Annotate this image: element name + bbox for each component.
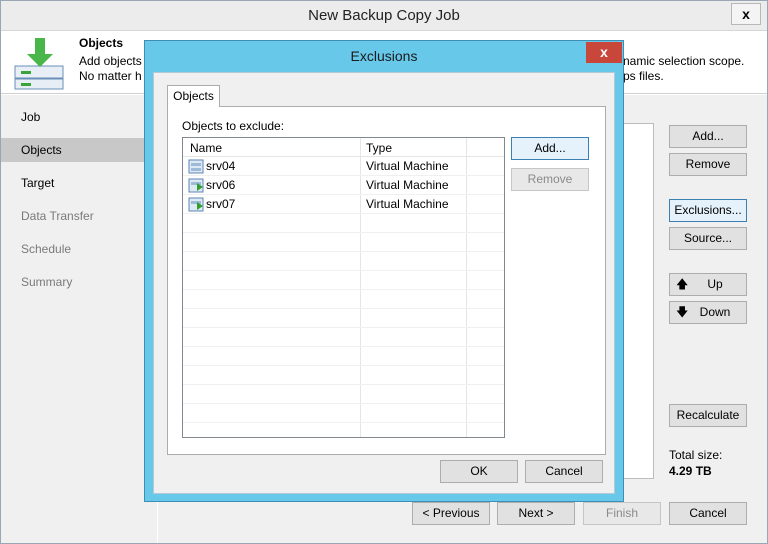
sidebar-item-schedule: Schedule: [21, 242, 72, 256]
row-type: Virtual Machine: [366, 197, 449, 211]
source-button[interactable]: Source...: [669, 227, 747, 250]
sidebar-item-data-transfer: Data Transfer: [21, 209, 94, 223]
empty-row: [183, 328, 504, 347]
next-button[interactable]: Next >: [497, 502, 575, 525]
vm-running-icon: [188, 178, 204, 193]
dialog-cancel-button[interactable]: Cancel: [525, 460, 603, 483]
sidebar-item-objects[interactable]: Objects: [1, 138, 157, 162]
objects-list-edge: [623, 123, 654, 479]
empty-row: [183, 404, 504, 423]
dialog-title: Exclusions: [350, 48, 418, 64]
previous-button[interactable]: < Previous: [412, 502, 490, 525]
objects-to-exclude-label: Objects to exclude:: [182, 119, 285, 133]
exclusions-grid[interactable]: Name Type srv04 Virtual Machine srv06 Vi…: [182, 137, 505, 438]
move-down-button[interactable]: 🡇 Down: [669, 301, 747, 324]
empty-row: [183, 366, 504, 385]
total-size-value: 4.29 TB: [669, 464, 712, 478]
wizard-steps-sidebar: Job Objects Target Data Transfer Schedul…: [1, 95, 157, 543]
table-row[interactable]: srv06 Virtual Machine: [183, 176, 504, 195]
arrow-up-icon: 🡅: [676, 277, 689, 291]
remove-object-button[interactable]: Remove: [669, 153, 747, 176]
row-type: Virtual Machine: [366, 178, 449, 192]
cancel-button[interactable]: Cancel: [669, 502, 747, 525]
header-description-line1: Add objects: [79, 54, 142, 68]
finish-button: Finish: [583, 502, 661, 525]
empty-row: [183, 252, 504, 271]
dialog-add-button[interactable]: Add...: [511, 137, 589, 160]
title-bar: New Backup Copy Job x: [1, 1, 767, 31]
dialog-remove-button: Remove: [511, 168, 589, 191]
move-down-label: Down: [699, 305, 731, 319]
ok-button[interactable]: OK: [440, 460, 518, 483]
header-description-line2: No matter h: [79, 69, 142, 83]
dialog-body: Objects Objects to exclude: Name Type sr…: [153, 72, 615, 494]
empty-row: [183, 309, 504, 328]
empty-row: [183, 233, 504, 252]
arrow-down-icon: 🡇: [676, 305, 689, 319]
header-description-right2: ps files.: [623, 69, 664, 83]
total-size-label: Total size:: [669, 448, 723, 462]
close-window-button[interactable]: x: [731, 3, 761, 25]
tab-objects[interactable]: Objects: [167, 85, 220, 107]
empty-row: [183, 290, 504, 309]
table-row[interactable]: srv07 Virtual Machine: [183, 195, 504, 214]
column-header-name[interactable]: Name: [190, 141, 222, 155]
recalculate-button[interactable]: Recalculate: [669, 404, 747, 427]
header-description-right1: namic selection scope.: [623, 54, 745, 68]
dialog-close-button[interactable]: x: [586, 42, 622, 63]
row-name: srv04: [206, 159, 236, 173]
grid-header: Name Type: [183, 138, 504, 157]
sidebar-item-target[interactable]: Target: [1, 171, 157, 195]
add-object-button[interactable]: Add...: [669, 125, 747, 148]
move-up-label: Up: [707, 277, 723, 291]
exclusions-dialog: Exclusions x Objects Objects to exclude:…: [144, 40, 624, 502]
sidebar-item-job[interactable]: Job: [1, 105, 157, 129]
row-type: Virtual Machine: [366, 159, 449, 173]
table-row[interactable]: srv04 Virtual Machine: [183, 157, 504, 176]
vm-icon: [188, 159, 204, 174]
empty-row: [183, 347, 504, 366]
empty-row: [183, 385, 504, 404]
sidebar-item-summary: Summary: [21, 275, 73, 289]
column-header-type[interactable]: Type: [366, 141, 392, 155]
exclusions-button[interactable]: Exclusions...: [669, 199, 747, 222]
download-arrow-icon: [14, 38, 64, 90]
vm-running-icon: [188, 197, 204, 212]
window-title: New Backup Copy Job: [308, 7, 460, 24]
move-up-button[interactable]: 🡅 Up: [669, 273, 747, 296]
empty-row: [183, 271, 504, 290]
row-name: srv07: [206, 197, 236, 211]
empty-row: [183, 214, 504, 233]
objects-tab-panel: Objects to exclude: Name Type srv04 Virt…: [167, 106, 606, 455]
header-title: Objects: [79, 36, 124, 50]
row-name: srv06: [206, 178, 236, 192]
